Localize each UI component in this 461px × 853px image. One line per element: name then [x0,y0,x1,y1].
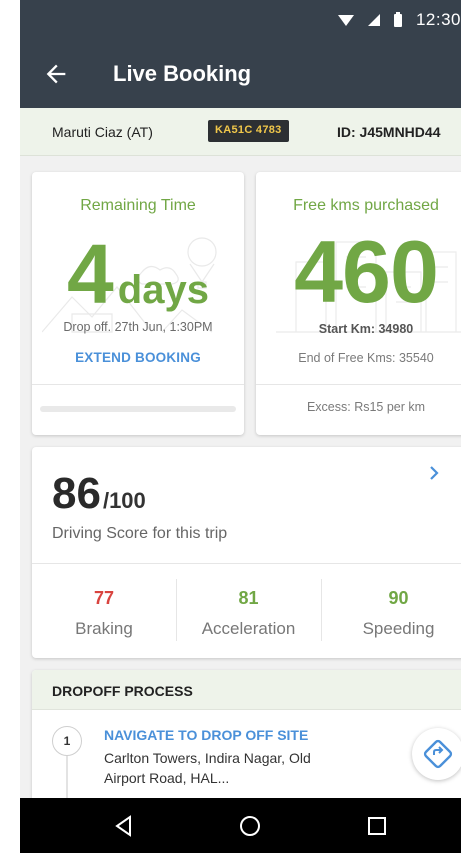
car-name: Maruti Ciaz (AT) [52,124,153,140]
dropoff-process-header: DROPOFF PROCESS [32,670,461,710]
step-number: 1 [52,726,82,756]
metric-label: Acceleration [201,619,296,638]
remaining-time-label: Remaining Time [80,197,196,214]
signal-icon [367,14,380,26]
chevron-right-icon[interactable] [426,465,442,481]
metric-value: 81 [238,588,259,608]
time-progress-bar [40,406,236,412]
remaining-days: 4 days [32,232,244,316]
circle-home-icon[interactable] [238,814,262,838]
dropoff-process-title: DROPOFF PROCESS [52,683,193,699]
car-info-bar: Maruti Ciaz (AT) KA51C 4783 ID: J45MNHD4… [20,108,461,156]
booking-id: ID: J45MNHD44 [337,124,441,140]
square-recent-icon[interactable] [365,814,389,838]
metric-label: Speeding [362,619,435,638]
divider [32,384,244,385]
driving-score-max: /100 [102,488,146,513]
free-kms-label: Free kms purchased [293,197,439,214]
system-nav-bar [20,798,461,853]
navigation-icon [423,739,453,769]
dropoff-time: Drop off. 27th Jun, 1:30PM [63,320,213,334]
dropoff-address: Carlton Towers, Indira Nagar, Old Airpor… [104,750,311,786]
start-km: Start Km: 34980 [318,322,414,336]
status-icons: 12:30 [337,10,461,30]
excess-rate: Excess: Rs15 per km [306,400,426,414]
app-bar: Live Booking [20,40,461,108]
triangle-back-icon[interactable] [112,814,136,838]
driving-score-description: Driving Score for this trip [52,525,228,542]
status-time: 12:30 [415,10,461,29]
navigate-button[interactable] [412,728,461,780]
metric-value: 90 [388,588,409,608]
remaining-time-card: Remaining Time 4 days Drop off. 27th Jun,… [32,172,244,435]
status-bar: 12:30 [20,0,461,40]
metric-label: Braking [75,619,133,638]
metric-acceleration: 81 Acceleration [176,563,321,658]
metric-braking: 77 Braking [32,563,176,658]
wifi-icon [337,14,354,26]
extend-booking-button[interactable]: EXTEND BOOKING [32,350,244,365]
remaining-days-unit: days [117,268,209,312]
app-screen: 12:30 Live Booking Maruti Ciaz (AT) KA51… [20,0,461,853]
arrow-left-icon[interactable] [42,60,70,88]
free-kms-value: 460 [294,222,439,321]
navigate-step-link[interactable]: NAVIGATE TO DROP OFF SITE [104,727,308,743]
metric-value: 77 [93,588,115,608]
remaining-days-value: 4 [67,227,114,321]
driving-score-value: 86 [52,469,101,518]
divider [256,384,461,385]
free-kms-card: Free kms purchased 460 Start Km: 34980 E… [256,172,461,435]
metric-speeding: 90 Speeding [321,563,461,658]
battery-icon [393,11,402,27]
license-plate-badge: KA51C 4783 [208,120,289,142]
driving-score-card[interactable]: 86/100 Driving Score for this trip 77 Br… [32,447,461,658]
page-title: Live Booking [113,61,252,86]
end-free-km: End of Free Kms: 35540 [298,351,434,365]
driving-score: 86/100 [52,469,146,519]
